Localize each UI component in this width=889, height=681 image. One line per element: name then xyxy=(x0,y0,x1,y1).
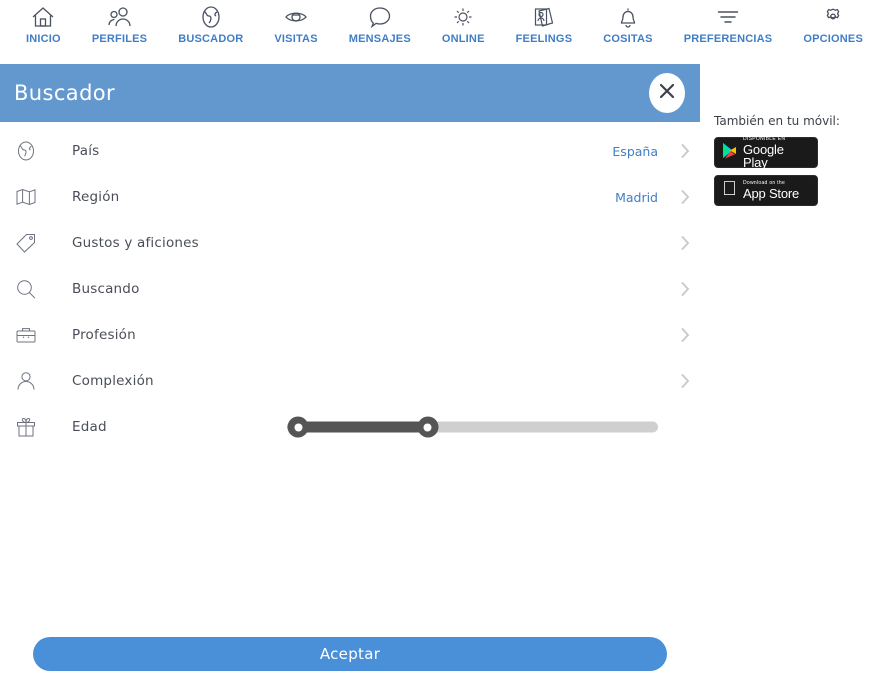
sidebar-title: También en tu móvil: xyxy=(714,114,840,128)
nav-label: ONLINE xyxy=(441,33,485,45)
tag-icon xyxy=(0,232,52,254)
row-profesion[interactable]: Profesión xyxy=(0,312,700,358)
people-icon xyxy=(107,4,133,30)
nav-label: VISITAS xyxy=(274,33,318,45)
row-label: Buscando xyxy=(72,281,140,297)
nav-label: MENSAJES xyxy=(348,33,411,45)
globe-icon xyxy=(198,4,224,30)
age-range-slider[interactable] xyxy=(287,415,658,439)
row-label: País xyxy=(72,143,100,159)
row-value: Madrid xyxy=(615,189,658,205)
nav-label: FEELINGS xyxy=(515,33,573,45)
accept-button[interactable]: Aceptar xyxy=(33,637,667,671)
row-edad[interactable]: Edad xyxy=(0,404,700,450)
chevron-right-icon[interactable] xyxy=(670,235,700,251)
nav-item-mensajes[interactable]: MENSAJES xyxy=(345,4,415,45)
sun-icon xyxy=(450,4,476,30)
nav-item-visitas[interactable]: VISITAS xyxy=(270,4,321,45)
chevron-right-icon[interactable] xyxy=(670,327,700,343)
nav-label: OPCIONES xyxy=(803,33,863,45)
row-region[interactable]: Región Madrid xyxy=(0,174,700,220)
chat-bubble-icon xyxy=(367,4,393,30)
row-buscando[interactable]: Buscando xyxy=(0,266,700,312)
google-play-badge[interactable]: DISPONIBLE EN Google Play xyxy=(714,135,818,170)
close-button[interactable] xyxy=(649,73,685,113)
mobile-apps-sidebar: También en tu móvil: DISPONIBLE EN Googl… xyxy=(700,64,889,681)
nav-item-preferencias[interactable]: PREFERENCIAS xyxy=(680,4,777,45)
close-icon xyxy=(656,80,678,107)
badge-title: App Store xyxy=(728,186,799,201)
row-label: Edad xyxy=(72,419,107,435)
gift-icon xyxy=(0,416,52,438)
chevron-right-icon[interactable] xyxy=(670,189,700,205)
chevron-right-icon[interactable] xyxy=(670,143,700,159)
google-play-text: DISPONIBLE EN Google Play xyxy=(743,135,810,170)
eye-icon xyxy=(283,4,309,30)
nav-label: PREFERENCIAS xyxy=(683,33,773,45)
search-icon xyxy=(0,278,52,300)
row-label: Región xyxy=(72,189,120,205)
nav-label: COSITAS xyxy=(603,33,653,45)
nav-item-perfiles[interactable]: PERFILES xyxy=(88,4,151,45)
nav-item-cositas[interactable]: COSITAS xyxy=(599,4,656,45)
slider-selected-range xyxy=(298,421,428,433)
apple-icon:  xyxy=(722,179,737,199)
nav-label: INICIO xyxy=(26,33,61,45)
row-complexion[interactable]: Complexión xyxy=(0,358,700,404)
page-title: Buscador xyxy=(14,81,116,105)
row-label: Complexión xyxy=(72,373,154,389)
row-label: Profesión xyxy=(72,327,136,343)
top-navigation-bar: INICIO PERFILES BUSCADOR VISITAS MENSAJE… xyxy=(0,0,889,57)
chevron-right-icon[interactable] xyxy=(670,281,700,297)
map-icon xyxy=(0,186,52,208)
nav-item-online[interactable]: ONLINE xyxy=(438,4,489,45)
app-store-text: Download on the App Store xyxy=(728,181,799,201)
nav-label: PERFILES xyxy=(91,33,148,45)
nav-item-opciones[interactable]: OPCIONES xyxy=(799,4,867,45)
row-label: Gustos y aficiones xyxy=(72,235,199,251)
filter-icon xyxy=(715,4,741,30)
nav-item-buscador[interactable]: BUSCADOR xyxy=(174,4,247,45)
slider-handle-min[interactable] xyxy=(287,416,309,438)
globe-icon xyxy=(0,140,52,162)
nav-item-feelings[interactable]: FEELINGS xyxy=(512,4,577,45)
chevron-right-icon[interactable] xyxy=(670,373,700,389)
briefcase-icon xyxy=(0,324,52,346)
nav-label: BUSCADOR xyxy=(178,33,244,45)
row-gustos-y-aficiones[interactable]: Gustos y aficiones xyxy=(0,220,700,266)
google-play-icon xyxy=(722,142,737,164)
row-pais[interactable]: País España xyxy=(0,128,700,174)
buscador-panel: Buscador País España Región Madrid Gusto… xyxy=(0,64,700,681)
filter-rows-list: País España Región Madrid Gustos y afici… xyxy=(0,122,700,450)
badge-title: Google Play xyxy=(743,141,784,170)
person-icon xyxy=(0,370,52,392)
nav-item-inicio[interactable]: INICIO xyxy=(22,4,65,45)
gear-icon xyxy=(820,4,846,30)
bell-icon xyxy=(615,4,641,30)
row-value: España xyxy=(612,143,658,159)
app-store-badge[interactable]:  Download on the App Store xyxy=(714,175,818,206)
panel-header: Buscador xyxy=(0,64,700,122)
cards-icon xyxy=(531,4,557,30)
slider-handle-max[interactable] xyxy=(417,416,439,438)
badge-subtitle: DISPONIBLE EN xyxy=(743,135,786,142)
home-icon xyxy=(30,4,56,30)
